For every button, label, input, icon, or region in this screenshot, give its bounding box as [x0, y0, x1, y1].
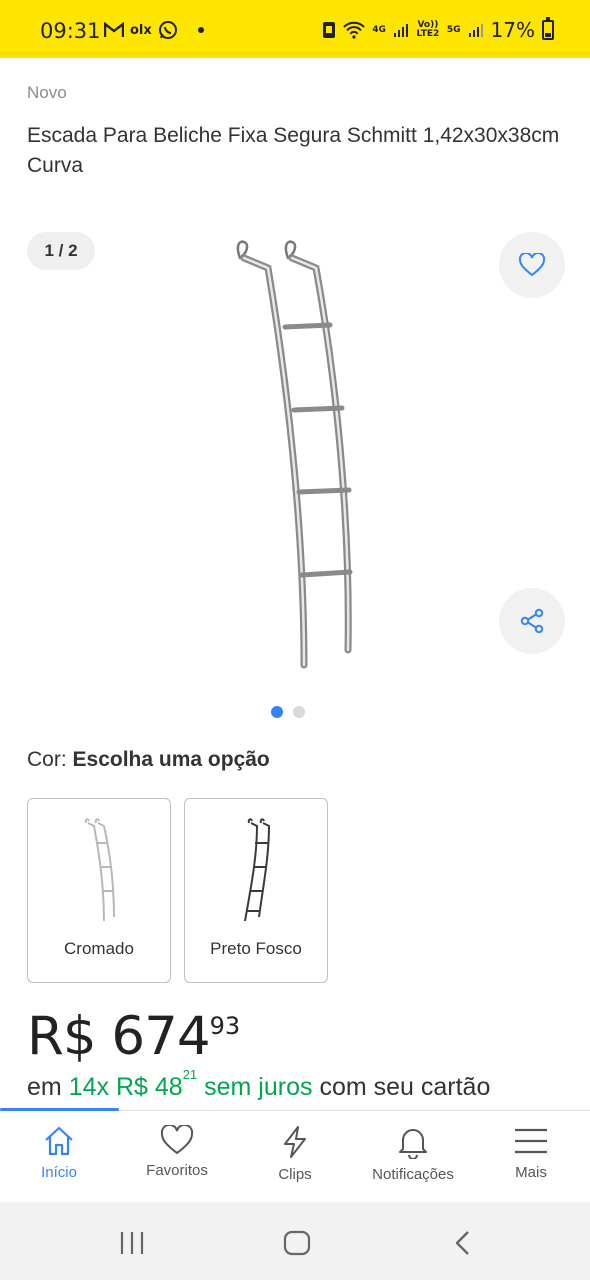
heart-icon	[160, 1125, 194, 1155]
variant-thumbnail-preto-fosco	[244, 818, 271, 922]
nav-item-clips[interactable]: Clips	[236, 1111, 354, 1202]
pagination-dot-2[interactable]	[293, 706, 305, 718]
whatsapp-icon	[158, 21, 177, 39]
bell-icon	[399, 1129, 427, 1159]
heart-icon	[519, 253, 545, 277]
variant-option-preto-fosco[interactable]: Preto Fosco	[184, 798, 328, 983]
variant-label: Cor:	[27, 748, 67, 771]
variant-name-cromado: Cromado	[64, 939, 134, 958]
price-cents: 93	[209, 1012, 241, 1040]
nav-item-mais[interactable]: Mais	[472, 1111, 590, 1202]
nav-item-notificacoes[interactable]: Notificações	[354, 1111, 472, 1202]
back-icon[interactable]	[452, 1230, 474, 1256]
android-navigation-bar	[0, 1202, 590, 1280]
lightning-icon	[284, 1126, 306, 1158]
variant-option-cromado[interactable]: Cromado	[27, 798, 171, 983]
signal-icon	[393, 24, 408, 37]
home-icon	[45, 1126, 73, 1156]
product-title: Escada Para Beliche Fixa Segura Schmitt …	[27, 124, 560, 177]
share-button[interactable]	[499, 588, 565, 654]
nav-label-inicio: Início	[41, 1164, 77, 1181]
gallery-pagination	[271, 706, 305, 718]
battery-percent: 17%	[490, 18, 535, 42]
price-currency: R$	[27, 1006, 97, 1067]
status-bar-shadow	[0, 52, 590, 58]
network-5g-icon: 5G	[446, 24, 461, 35]
network-4g-icon: 4G	[372, 24, 386, 35]
share-icon	[520, 608, 544, 634]
home-button-icon[interactable]	[283, 1230, 311, 1256]
product-condition: Novo	[27, 83, 67, 102]
variant-name-preto-fosco: Preto Fosco	[210, 939, 302, 958]
signal-icon-2	[468, 24, 483, 37]
recent-apps-icon[interactable]	[118, 1230, 146, 1256]
product-price: R$ 67493	[27, 1006, 240, 1067]
installments-integer: 48	[154, 1073, 183, 1101]
notification-icons: olx	[104, 20, 204, 40]
bottom-nav: Início Favoritos Clips Notificações Mais	[0, 1111, 590, 1202]
nav-label-clips: Clips	[278, 1166, 312, 1183]
nav-label-mais: Mais	[515, 1164, 547, 1181]
image-counter: 1 / 2	[27, 232, 95, 270]
more-notifications-dot	[197, 27, 204, 33]
installments-prefix: em	[27, 1073, 62, 1101]
nav-label-notificacoes: Notificações	[372, 1166, 454, 1183]
battery-icon	[542, 17, 554, 40]
olx-icon: olx	[130, 22, 152, 38]
installments-currency: R$	[115, 1073, 148, 1101]
installments-count: 14x	[68, 1073, 109, 1101]
wifi-icon	[343, 21, 365, 39]
menu-icon	[515, 1128, 547, 1154]
pagination-dot-1[interactable]	[271, 706, 283, 718]
price-integer: 674	[111, 1006, 210, 1067]
nav-item-favoritos[interactable]: Favoritos	[118, 1111, 236, 1202]
product-gallery[interactable]: 1 / 2	[0, 210, 590, 700]
installments-cents: 21	[182, 1067, 198, 1082]
volte-icon: Vo)) LTE2	[416, 20, 440, 39]
screenshot-icon	[323, 22, 336, 38]
installments-value: 4821	[154, 1067, 197, 1101]
variant-prompt: Escolha uma opção	[72, 748, 270, 771]
gmail-icon	[104, 22, 124, 37]
installments-suffix: com seu cartão	[319, 1073, 491, 1101]
nav-label-favoritos: Favoritos	[146, 1162, 208, 1179]
installments-interest: sem juros	[204, 1073, 313, 1101]
status-time: 09:31	[40, 19, 101, 43]
installments-info: em 14x R$ 4821 sem juros com seu cartão	[27, 1067, 491, 1102]
system-icons: 4G Vo)) LTE2 5G 17%	[322, 17, 554, 42]
variant-thumbnail-cromado	[84, 818, 115, 922]
favorite-button[interactable]	[499, 232, 565, 298]
status-bar: 09:31 olx 4G Vo)) LTE2 5G 17%	[0, 0, 590, 58]
product-image[interactable]	[200, 220, 380, 675]
nav-item-inicio[interactable]: Início	[0, 1111, 118, 1202]
variant-label-row: Cor: Escolha uma opção	[27, 748, 270, 772]
